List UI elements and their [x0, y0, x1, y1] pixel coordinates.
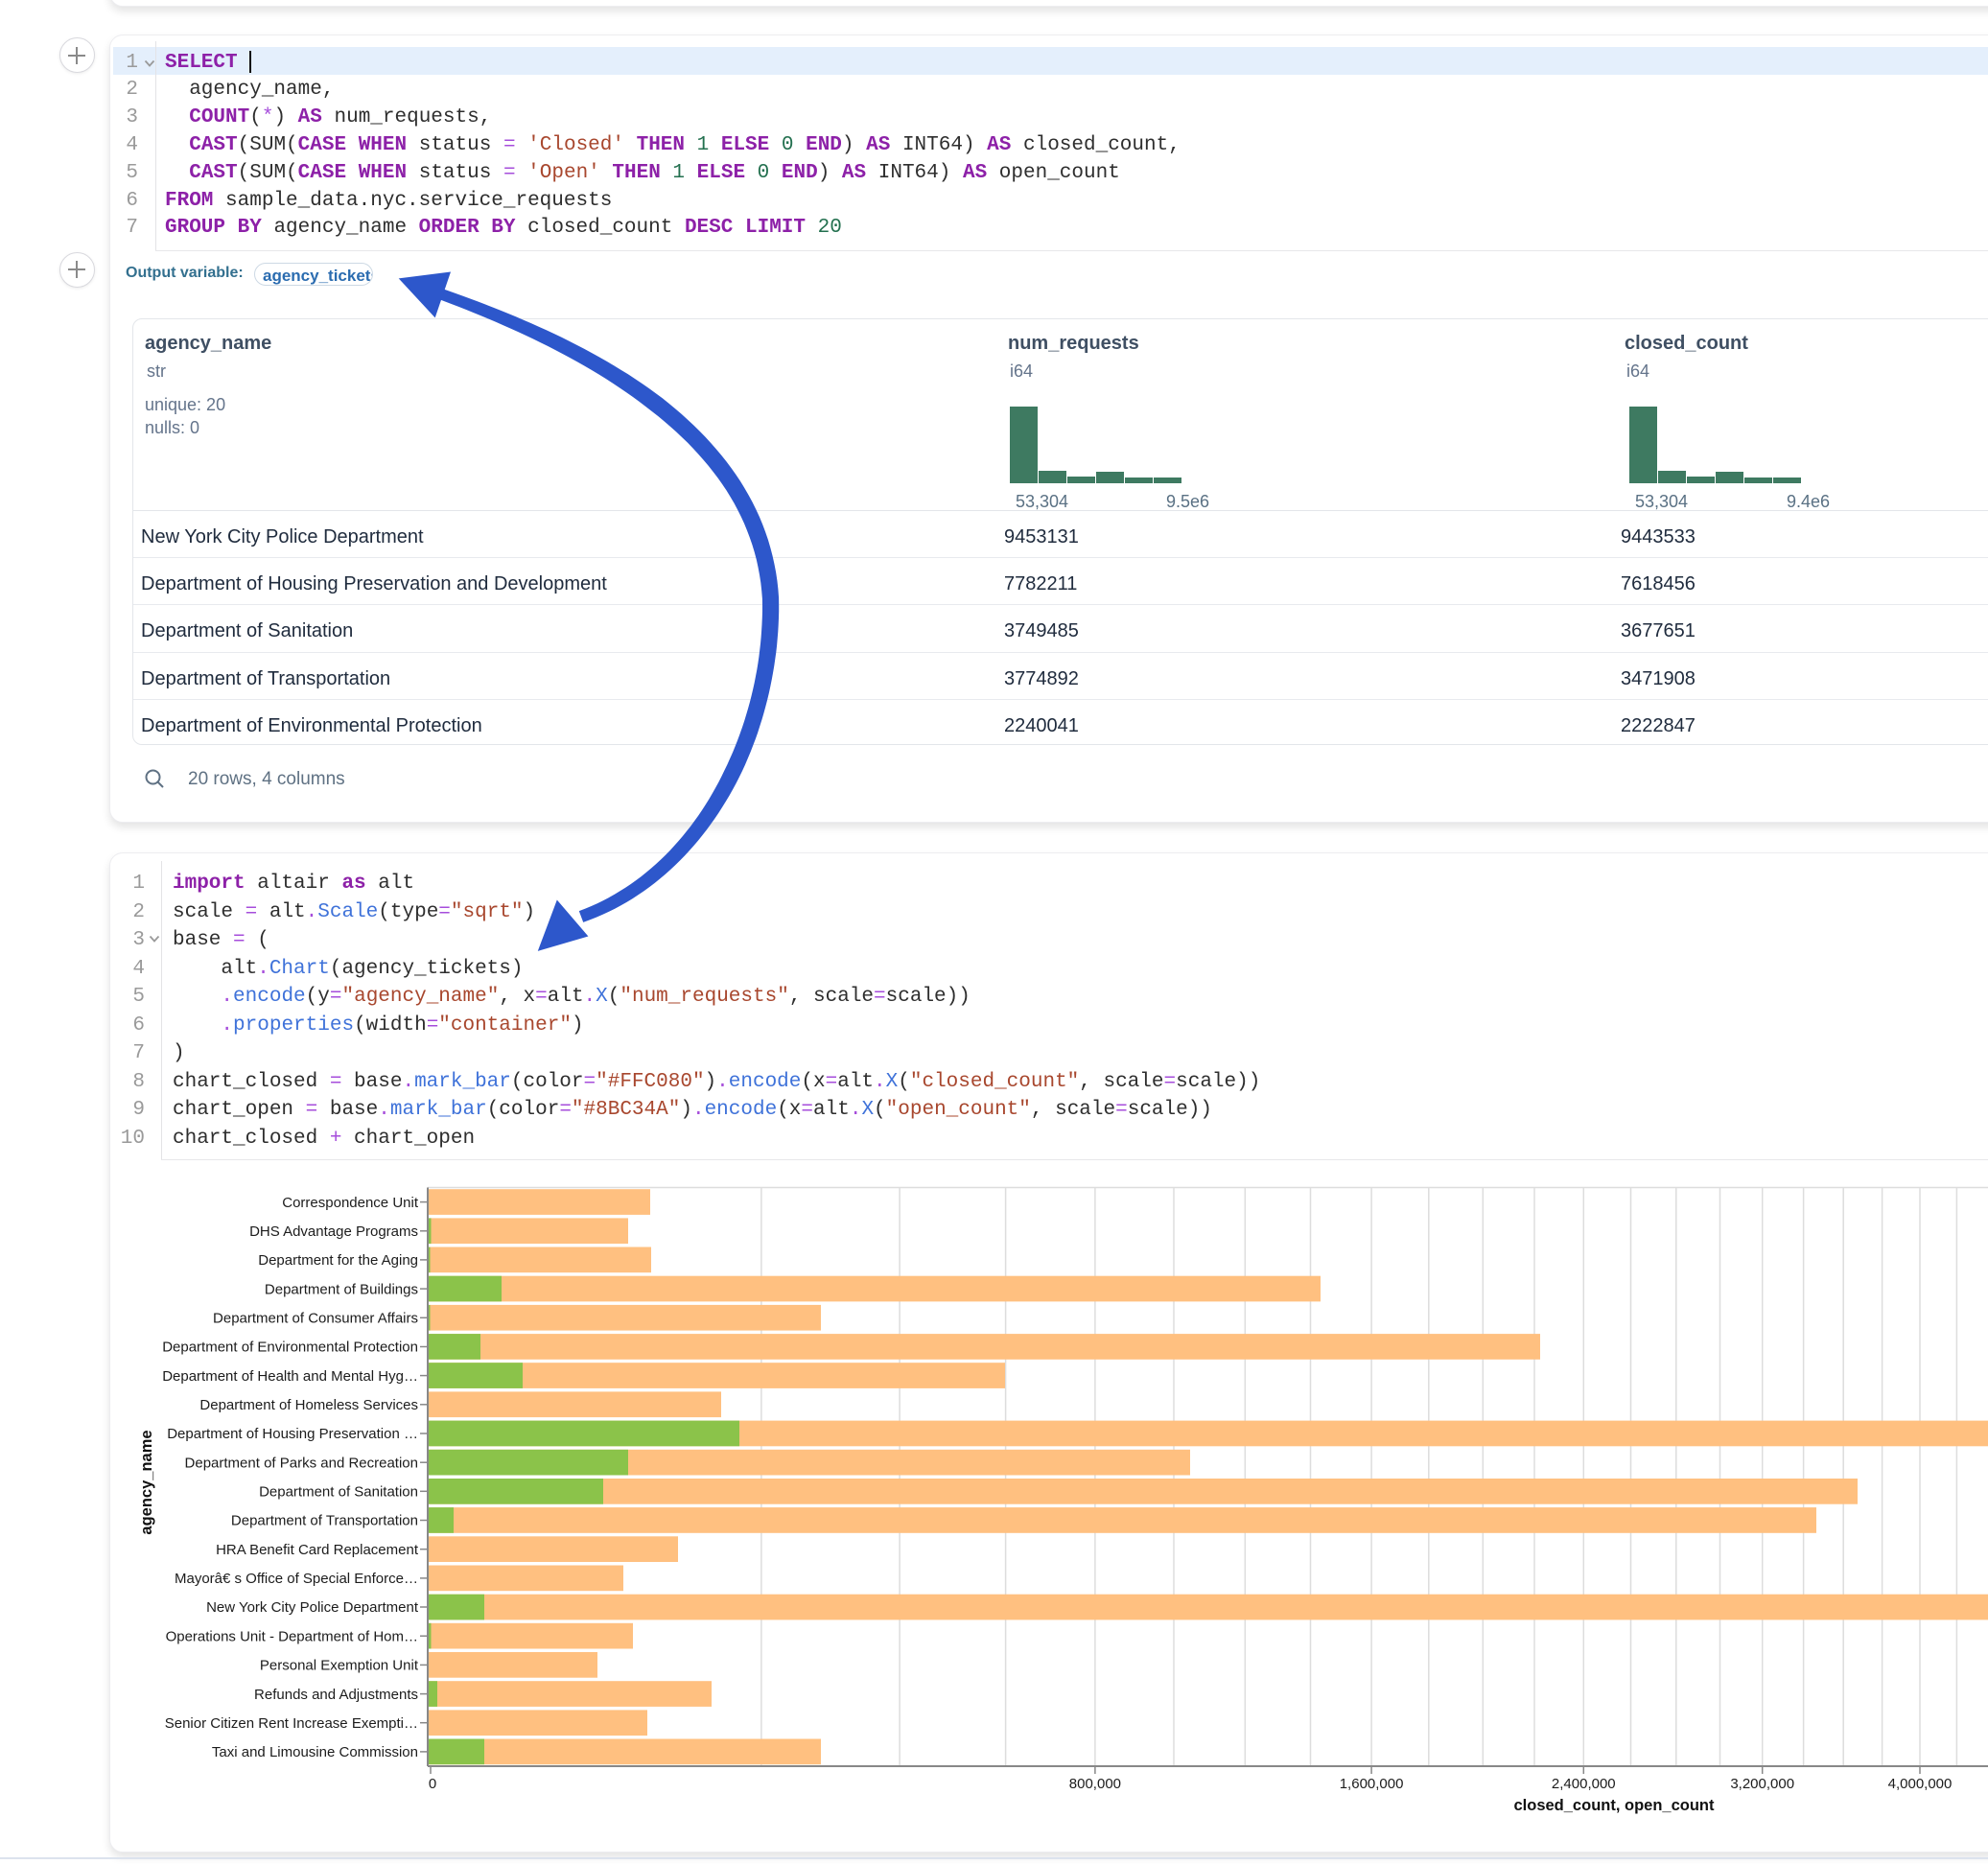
- svg-text:Department of Housing Preserva: Department of Housing Preservation …: [167, 1426, 418, 1442]
- svg-text:Department of Transportation: Department of Transportation: [231, 1513, 418, 1529]
- svg-text:Department of Health and Menta: Department of Health and Mental Hyg…: [162, 1368, 418, 1385]
- svg-text:1,600,000: 1,600,000: [1340, 1776, 1404, 1792]
- svg-text:Department of Homeless Service: Department of Homeless Services: [199, 1397, 418, 1413]
- svg-text:Taxi and Limousine Commission: Taxi and Limousine Commission: [212, 1744, 418, 1760]
- svg-text:Correspondence Unit: Correspondence Unit: [282, 1195, 419, 1211]
- svg-text:2,400,000: 2,400,000: [1552, 1776, 1616, 1792]
- svg-text:Department of Parks and Recrea: Department of Parks and Recreation: [185, 1455, 418, 1471]
- svg-text:HRA Benefit Card Replacement: HRA Benefit Card Replacement: [216, 1542, 419, 1558]
- svg-text:Department of Consumer Affairs: Department of Consumer Affairs: [213, 1311, 418, 1327]
- svg-text:Department of Sanitation: Department of Sanitation: [259, 1484, 418, 1501]
- svg-text:New York City Police Departmen: New York City Police Department: [206, 1599, 419, 1616]
- svg-text:Department of Buildings: Department of Buildings: [265, 1281, 418, 1297]
- svg-text:Personal Exemption Unit: Personal Exemption Unit: [260, 1658, 419, 1674]
- svg-text:Mayorâ€ s Office of Special En: Mayorâ€ s Office of Special Enforce…: [175, 1571, 418, 1587]
- svg-text:Department of Environmental Pr: Department of Environmental Protection: [162, 1340, 418, 1356]
- svg-text:800,000: 800,000: [1069, 1776, 1121, 1792]
- svg-text:DHS Advantage Programs: DHS Advantage Programs: [249, 1223, 418, 1240]
- svg-text:agency_name: agency_name: [138, 1430, 155, 1534]
- svg-text:3,200,000: 3,200,000: [1730, 1776, 1794, 1792]
- svg-text:0: 0: [429, 1776, 436, 1792]
- svg-text:Operations Unit - Department o: Operations Unit - Department of Hom…: [166, 1628, 418, 1644]
- svg-text:Senior Citizen Rent Increase E: Senior Citizen Rent Increase Exempti…: [165, 1715, 418, 1732]
- svg-text:Department for the Aging: Department for the Aging: [258, 1252, 418, 1269]
- svg-text:closed_count, open_count: closed_count, open_count: [1513, 1797, 1715, 1814]
- svg-text:4,000,000: 4,000,000: [1888, 1776, 1953, 1792]
- svg-text:Refunds and Adjustments: Refunds and Adjustments: [254, 1687, 418, 1703]
